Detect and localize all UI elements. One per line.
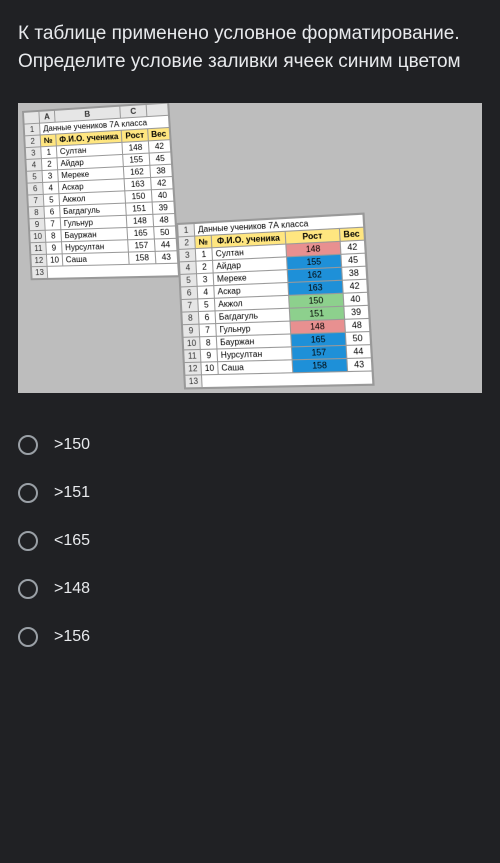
question-text: К таблице применено условное форматирова… — [18, 20, 482, 75]
option-label: <165 — [54, 532, 90, 550]
answer-options: >150 >151 <165 >148 >156 — [18, 421, 482, 661]
option-gt-148[interactable]: >148 — [18, 565, 482, 613]
option-label: >151 — [54, 484, 90, 502]
option-gt-151[interactable]: >151 — [18, 469, 482, 517]
option-gt-156[interactable]: >156 — [18, 613, 482, 661]
option-label: >156 — [54, 628, 90, 646]
radio-icon — [18, 531, 38, 551]
option-gt-150[interactable]: >150 — [18, 421, 482, 469]
embedded-screenshot: A B C 1Данные учеников 7А класса 2 № Ф.И… — [18, 103, 482, 393]
radio-icon — [18, 483, 38, 503]
spreadsheet-plain: A B C 1Данные учеников 7А класса 2 № Ф.И… — [22, 103, 180, 280]
option-label: >150 — [54, 436, 90, 454]
spreadsheet-formatted: 1Данные учеников 7А класса 2 № Ф.И.О. уч… — [176, 213, 374, 390]
radio-icon — [18, 627, 38, 647]
radio-icon — [18, 435, 38, 455]
option-label: >148 — [54, 580, 90, 598]
option-lt-165[interactable]: <165 — [18, 517, 482, 565]
radio-icon — [18, 579, 38, 599]
